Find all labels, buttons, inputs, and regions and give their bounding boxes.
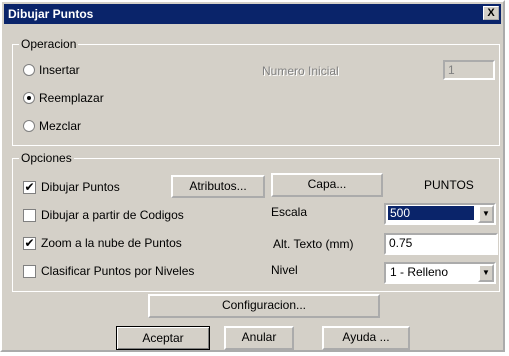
chevron-down-icon[interactable]: ▼ xyxy=(478,264,494,282)
dibujar-puntos-dialog: Dibujar Puntos X Operacion Insertar Reem… xyxy=(0,0,505,352)
checkmark-icon: ✔ xyxy=(24,236,35,250)
dibujar-codigos-label[interactable]: Dibujar a partir de Codigos xyxy=(41,208,184,222)
configuracion-button[interactable]: Configuracion... xyxy=(148,294,380,318)
nivel-label: Nivel xyxy=(271,263,298,277)
opciones-legend: Opciones xyxy=(19,151,74,165)
checkbox-dibujar-puntos[interactable]: ✔ xyxy=(23,181,36,194)
chevron-down-icon[interactable]: ▼ xyxy=(478,205,494,223)
radio-insertar[interactable] xyxy=(23,64,35,76)
aceptar-button[interactable]: Aceptar xyxy=(116,326,210,350)
radio-mezclar-label[interactable]: Mezclar xyxy=(39,119,81,133)
escala-dropdown[interactable]: 500 ▼ xyxy=(384,203,496,225)
dibujar-puntos-label[interactable]: Dibujar Puntos xyxy=(41,180,120,194)
checkbox-dibujar-codigos[interactable] xyxy=(23,209,36,222)
clasificar-niveles-label[interactable]: Clasificar Puntos por Niveles xyxy=(41,264,194,278)
radio-reemplazar-label[interactable]: Reemplazar xyxy=(39,91,104,105)
close-icon: X xyxy=(487,7,495,19)
numero-inicial-label: Numero Inicial xyxy=(262,64,339,78)
atributos-button[interactable]: Atributos... xyxy=(171,175,265,198)
title-bar: Dibujar Puntos X xyxy=(4,4,501,24)
close-button[interactable]: X xyxy=(483,6,499,20)
capa-button[interactable]: Capa... xyxy=(271,173,383,197)
radio-reemplazar[interactable] xyxy=(23,92,35,104)
window-title: Dibujar Puntos xyxy=(8,7,94,21)
escala-value: 500 xyxy=(388,206,474,220)
nivel-dropdown[interactable]: 1 - Relleno ▼ xyxy=(384,262,496,284)
capa-value: PUNTOS xyxy=(424,178,474,192)
operacion-group: Operacion Insertar Reemplazar Mezclar Nu… xyxy=(12,37,500,146)
nivel-value: 1 - Relleno xyxy=(390,265,449,279)
escala-label: Escala xyxy=(271,205,308,219)
anular-button[interactable]: Anular xyxy=(224,326,294,350)
zoom-nube-label[interactable]: Zoom a la nube de Puntos xyxy=(41,236,182,250)
radio-insertar-label[interactable]: Insertar xyxy=(39,63,80,77)
numero-inicial-field: 1 xyxy=(443,60,495,80)
alt-texto-input[interactable]: 0.75 xyxy=(384,233,498,255)
operacion-legend: Operacion xyxy=(19,37,79,51)
radio-mezclar[interactable] xyxy=(23,120,35,132)
alt-texto-label: Alt. Texto (mm) xyxy=(273,237,354,251)
checkmark-icon: ✔ xyxy=(24,180,35,194)
checkbox-clasificar-niveles[interactable] xyxy=(23,265,36,278)
opciones-group: Opciones ✔ Dibujar Puntos Atributos... C… xyxy=(12,151,500,292)
radio-selected-dot xyxy=(27,96,31,100)
checkbox-zoom-nube[interactable]: ✔ xyxy=(23,237,36,250)
ayuda-button[interactable]: Ayuda ... xyxy=(322,326,410,350)
